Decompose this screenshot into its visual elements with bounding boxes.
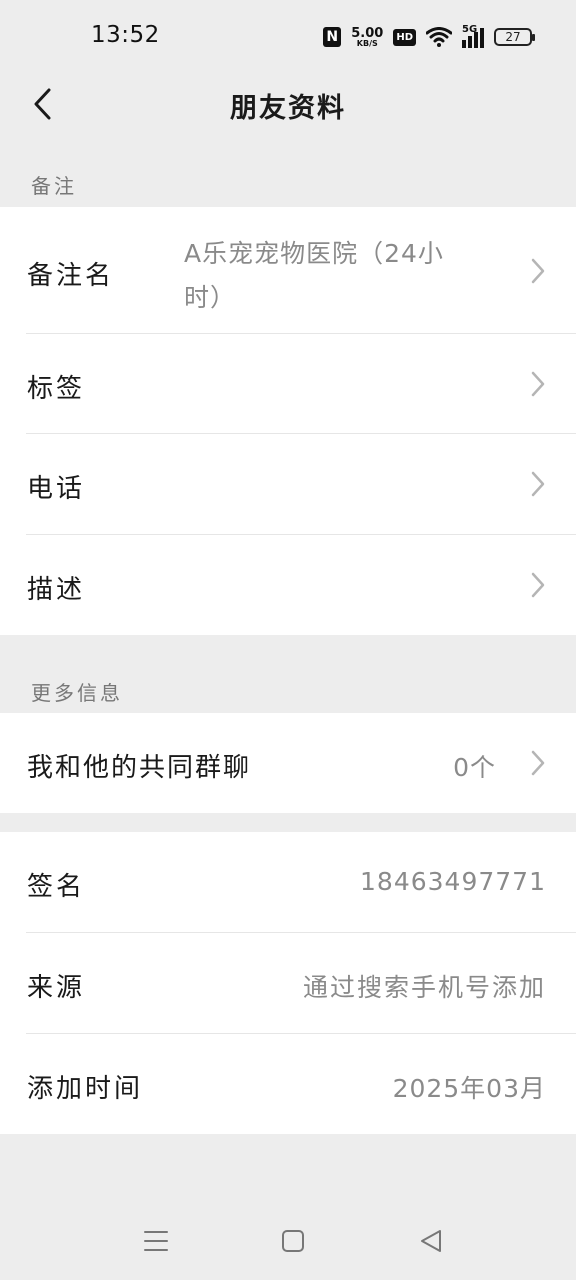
row-label: 添加时间	[27, 1074, 144, 1104]
page-title: 朋友资料	[230, 93, 346, 124]
row-signature: 签名 18463497771	[0, 832, 576, 933]
home-square-icon	[282, 1230, 304, 1252]
network-speed-value: 5.00	[351, 25, 384, 41]
row-tags[interactable]: 标签	[0, 334, 576, 434]
row-phone[interactable]: 电话	[0, 434, 576, 535]
row-label: 来源	[27, 973, 86, 1003]
network-type: 5G	[462, 24, 478, 35]
home-button[interactable]	[278, 1226, 308, 1256]
remark-name-line1: A乐宠宠物医院（24小	[184, 239, 444, 268]
status-time: 13:52	[91, 22, 160, 48]
signature-value: 18463497771	[360, 867, 546, 896]
details-card: 签名 18463497771 来源 通过搜索手机号添加 添加时间 2025年03…	[0, 832, 576, 1134]
nfc-icon: N	[323, 27, 342, 47]
battery-icon: 27	[494, 28, 535, 46]
added-time-value: 2025年03月	[392, 1074, 546, 1103]
status-icons: N 5.00 KB/S HD 5G 27	[323, 22, 535, 52]
row-label: 电话	[27, 474, 86, 504]
menu-icon	[144, 1231, 168, 1251]
source-value: 通过搜索手机号添加	[302, 973, 546, 1002]
chevron-right-icon	[531, 371, 545, 397]
chevron-right-icon	[531, 572, 545, 598]
row-common-groups[interactable]: 我和他的共同群聊 0个	[0, 713, 576, 813]
chevron-right-icon	[531, 471, 545, 497]
row-remark-name[interactable]: 备注名 A乐宠宠物医院（24小 时）	[0, 207, 576, 334]
row-description[interactable]: 描述	[0, 535, 576, 635]
remark-name-line2: 时）	[184, 283, 237, 312]
network-speed-unit: KB/S	[356, 38, 378, 48]
row-label: 签名	[27, 872, 86, 902]
chevron-right-icon	[531, 750, 545, 776]
section-label-remarks: 备注	[31, 174, 77, 198]
row-added-time: 添加时间 2025年03月	[0, 1034, 576, 1134]
system-nav-bar	[0, 1200, 576, 1280]
hd-icon: HD	[393, 28, 416, 46]
row-source: 来源 通过搜索手机号添加	[0, 933, 576, 1034]
back-triangle-icon	[421, 1230, 441, 1252]
row-label: 我和他的共同群聊	[27, 753, 252, 783]
cellular-signal: 5G	[462, 24, 484, 48]
back-nav-button[interactable]	[416, 1226, 446, 1256]
status-bar: 13:52 N 5.00 KB/S HD 5G 27	[0, 0, 576, 72]
wifi-icon	[426, 27, 452, 47]
chevron-right-icon	[531, 258, 545, 284]
menu-button[interactable]	[141, 1226, 171, 1256]
remarks-card: 备注名 A乐宠宠物医院（24小 时） 标签 电话 描述	[0, 207, 576, 635]
top-nav-bar: 朋友资料	[0, 72, 576, 142]
row-label: 标签	[27, 374, 86, 404]
common-groups-count: 0个	[453, 753, 496, 782]
row-label: 描述	[27, 575, 86, 605]
network-speed: 5.00 KB/S	[351, 27, 383, 48]
section-label-more-info: 更多信息	[31, 681, 123, 705]
common-groups-card: 我和他的共同群聊 0个	[0, 713, 576, 813]
row-label: 备注名	[27, 261, 115, 291]
